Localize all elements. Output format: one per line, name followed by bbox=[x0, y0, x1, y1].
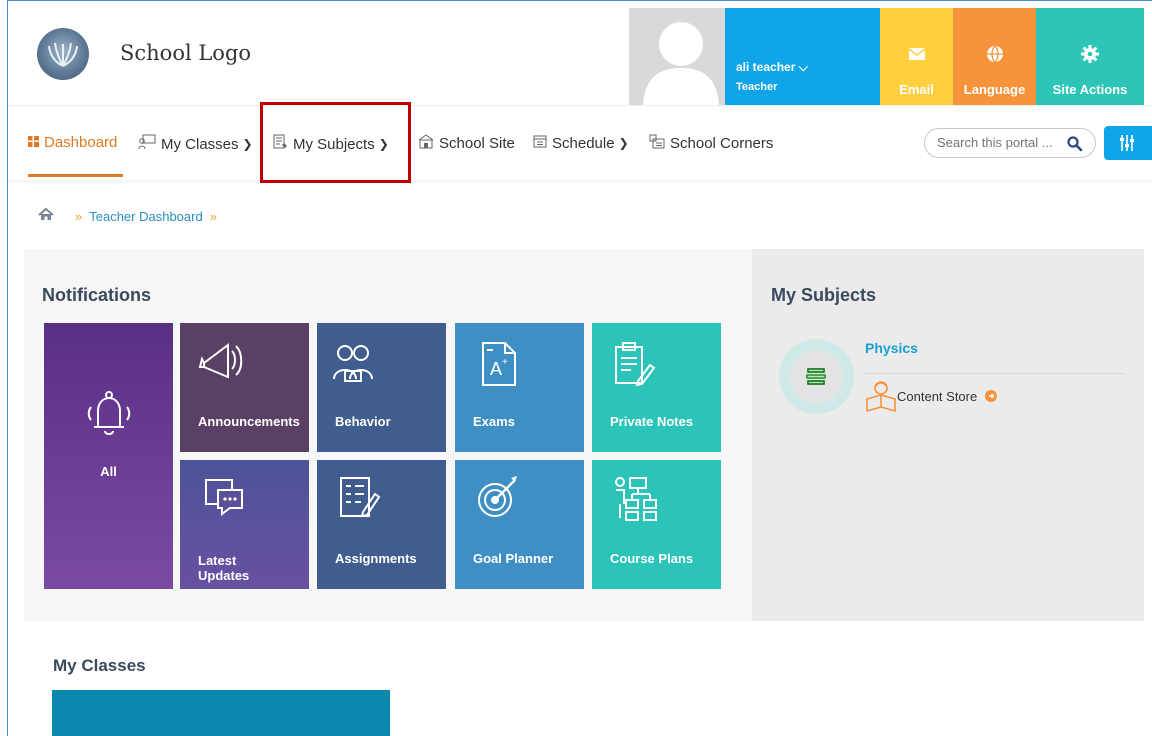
chevron-down-icon: ❯ bbox=[618, 136, 629, 150]
search-input[interactable] bbox=[937, 135, 1063, 150]
email-label: Email bbox=[899, 82, 934, 97]
language-label: Language bbox=[963, 82, 1026, 97]
user-role: Teacher bbox=[736, 81, 778, 93]
envelope-icon bbox=[908, 48, 925, 60]
nav-dashboard-label: Dashboard bbox=[44, 134, 118, 151]
site-actions-label: Site Actions bbox=[1052, 82, 1128, 97]
exam-icon: A + bbox=[482, 342, 516, 386]
tile-label: Assignments bbox=[335, 551, 417, 566]
notification-tile-all[interactable]: All bbox=[44, 323, 173, 589]
logo-text[interactable]: School Logo bbox=[120, 41, 251, 65]
arrow-right-icon bbox=[985, 390, 998, 402]
nav-school-site[interactable]: School Site bbox=[418, 134, 515, 153]
notes-icon bbox=[615, 342, 656, 387]
filter-button[interactable] bbox=[1104, 126, 1152, 160]
subject-name-physics[interactable]: Physics bbox=[865, 340, 918, 356]
home-icon[interactable] bbox=[38, 207, 54, 224]
notifications-title: Notifications bbox=[42, 285, 152, 305]
assignment-icon bbox=[340, 477, 381, 518]
tile-label: Goal Planner bbox=[473, 551, 554, 566]
content-store-label: Content Store bbox=[897, 388, 978, 404]
books-icon bbox=[806, 368, 826, 385]
highlight-box bbox=[260, 102, 411, 183]
content-store-link[interactable]: Content Store bbox=[865, 379, 998, 413]
nav-my-classes[interactable]: My Classes ❯ bbox=[138, 134, 253, 154]
site-actions-tile[interactable]: Site Actions bbox=[1036, 8, 1144, 105]
my-classes-title: My Classes bbox=[53, 656, 146, 675]
user-menu[interactable]: ali teacher ⌵ Teacher bbox=[725, 8, 880, 105]
main-nav: Dashboard My Classes ❯ My Subjects ❯ Sch… bbox=[8, 102, 1152, 183]
school-icon bbox=[418, 134, 434, 153]
search-box[interactable] bbox=[924, 128, 1096, 158]
svg-text:+: + bbox=[502, 357, 508, 368]
user-name-text: ali teacher bbox=[736, 60, 796, 74]
notifications-panel: Notifications All Announcements Behavior bbox=[24, 249, 752, 621]
students-icon bbox=[333, 345, 373, 382]
nav-school-corners[interactable]: School Corners bbox=[649, 134, 773, 153]
school-logo-icon[interactable] bbox=[37, 28, 89, 80]
bell-icon bbox=[87, 391, 131, 435]
nav-schedule[interactable]: Schedule ❯ bbox=[533, 134, 629, 152]
globe-icon bbox=[986, 45, 1003, 63]
svg-text:A: A bbox=[490, 359, 502, 379]
tile-label: All bbox=[100, 464, 117, 479]
notification-tile-private-notes[interactable]: Private Notes bbox=[592, 323, 721, 452]
plan-icon bbox=[615, 477, 657, 521]
target-icon bbox=[478, 476, 517, 517]
my-subjects-panel: My Subjects Physics Content Store bbox=[752, 249, 1144, 621]
gear-icon bbox=[1081, 45, 1099, 63]
chevron-down-icon: ⌵ bbox=[798, 60, 808, 74]
search-icon[interactable] bbox=[1067, 136, 1083, 157]
reader-icon bbox=[866, 381, 896, 413]
breadcrumb-teacher-dashboard[interactable]: Teacher Dashboard bbox=[89, 209, 202, 224]
class-card[interactable] bbox=[52, 690, 390, 736]
corners-icon bbox=[649, 134, 665, 153]
sliders-icon bbox=[1120, 135, 1134, 151]
dashboard-icon bbox=[28, 134, 39, 151]
tile-label: Latest Updates bbox=[198, 553, 250, 583]
user-avatar[interactable] bbox=[629, 8, 732, 105]
subject-avatar[interactable] bbox=[779, 339, 854, 414]
tile-label: Private Notes bbox=[610, 414, 694, 429]
user-name[interactable]: ali teacher ⌵ bbox=[736, 60, 808, 75]
nav-schedule-label: Schedule bbox=[552, 134, 615, 152]
breadcrumb: » Teacher Dashboard » bbox=[38, 207, 224, 224]
tile-label: Behavior bbox=[335, 414, 391, 429]
notification-tile-assignments[interactable]: Assignments bbox=[317, 460, 446, 589]
notification-tile-behavior[interactable]: Behavior bbox=[317, 323, 446, 452]
tile-label: Course Plans bbox=[610, 551, 694, 566]
divider bbox=[865, 373, 1125, 374]
nav-dashboard[interactable]: Dashboard bbox=[28, 134, 117, 151]
tile-label: Exams bbox=[473, 414, 515, 429]
chevron-down-icon: ❯ bbox=[242, 137, 253, 151]
calendar-icon bbox=[533, 134, 547, 152]
nav-school-site-label: School Site bbox=[439, 135, 515, 152]
notification-tile-latest-updates[interactable]: Latest Updates bbox=[180, 460, 309, 589]
email-tile[interactable]: Email bbox=[880, 8, 953, 105]
tile-label: Announcements bbox=[198, 414, 300, 429]
nav-my-classes-label: My Classes bbox=[161, 135, 239, 153]
language-tile[interactable]: Language bbox=[953, 8, 1036, 105]
my-subjects-title: My Subjects bbox=[771, 285, 877, 305]
breadcrumb-separator-icon: » bbox=[75, 208, 83, 224]
breadcrumb-separator-icon: » bbox=[209, 208, 217, 224]
classes-icon bbox=[138, 134, 156, 154]
nav-school-corners-label: School Corners bbox=[670, 135, 774, 152]
notification-tile-announcements[interactable]: Announcements bbox=[180, 323, 309, 452]
active-tab-indicator bbox=[28, 174, 123, 177]
notification-tile-goal-planner[interactable]: Goal Planner bbox=[455, 460, 584, 589]
notification-tile-exams[interactable]: A + Exams bbox=[455, 323, 584, 452]
chat-icon bbox=[205, 479, 243, 516]
megaphone-icon bbox=[198, 343, 243, 379]
notification-tile-course-plans[interactable]: Course Plans bbox=[592, 460, 721, 589]
